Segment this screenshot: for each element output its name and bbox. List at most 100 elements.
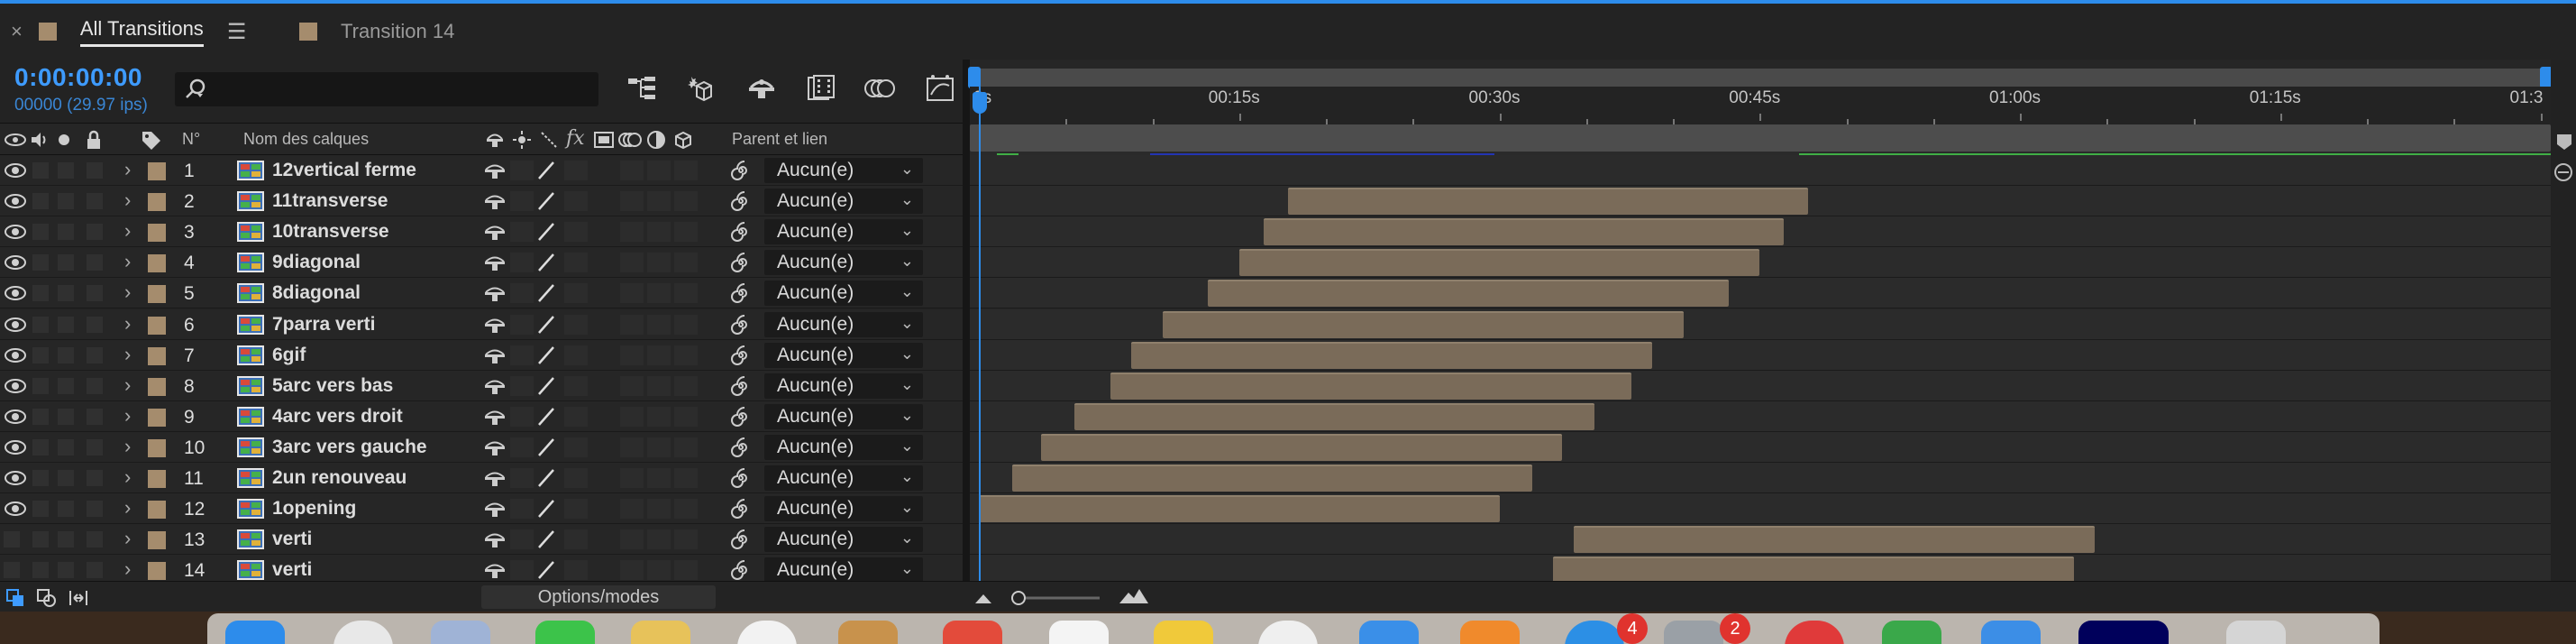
solo-switch[interactable]	[58, 193, 74, 210]
audio-switch[interactable]	[32, 162, 49, 179]
layer-row[interactable]: › 8 5arc vers bas Aucun(e) ⌄	[0, 370, 963, 401]
audio-switch[interactable]	[32, 408, 49, 425]
expand-chevron-icon[interactable]: ›	[124, 435, 131, 458]
quality-switch-icon[interactable]	[532, 436, 561, 459]
collapse-switch[interactable]	[510, 499, 534, 520]
lock-switch[interactable]	[87, 531, 103, 548]
notes-icon[interactable]	[631, 621, 690, 644]
adjustment-switch[interactable]	[647, 191, 671, 212]
layer-name[interactable]: verti	[272, 529, 312, 550]
lock-switch[interactable]	[87, 285, 103, 302]
collapse-switch[interactable]	[510, 283, 534, 304]
eye-icon[interactable]	[4, 377, 27, 395]
3d-switch[interactable]	[674, 161, 698, 180]
lock-switch[interactable]	[87, 346, 103, 363]
pick-whip-icon[interactable]	[728, 558, 754, 581]
lock-switch[interactable]	[87, 377, 103, 394]
layer-track[interactable]	[970, 308, 2551, 340]
graph-editor-icon[interactable]	[919, 70, 961, 106]
layer-duration-bar[interactable]	[1163, 310, 1684, 338]
parent-dropdown[interactable]: Aucun(e) ⌄	[764, 403, 923, 429]
adjustment-switch[interactable]	[647, 406, 671, 427]
parent-dropdown[interactable]: Aucun(e) ⌄	[764, 158, 923, 183]
collapse-switch[interactable]	[510, 560, 534, 581]
layer-name[interactable]: 6gif	[272, 345, 306, 366]
quality-switch-icon[interactable]	[532, 251, 561, 274]
3d-switch[interactable]	[674, 314, 698, 335]
layer-name[interactable]: 11transverse	[272, 190, 388, 212]
contacts-icon[interactable]	[838, 621, 898, 644]
quality-switch-icon[interactable]	[532, 374, 561, 398]
video-switch-header-icon[interactable]	[4, 133, 27, 147]
solo-switch[interactable]	[58, 254, 74, 271]
solo-switch[interactable]	[58, 162, 74, 179]
system-preferences-icon[interactable]	[1664, 621, 1723, 644]
lock-switch[interactable]	[87, 438, 103, 455]
parent-dropdown[interactable]: Aucun(e) ⌄	[764, 527, 923, 553]
motion-blur-switch[interactable]	[620, 345, 644, 365]
shy-switch-icon[interactable]	[481, 281, 508, 305]
lock-switch[interactable]	[87, 501, 103, 518]
expand-chevron-icon[interactable]: ›	[124, 281, 131, 304]
eye-icon[interactable]	[4, 346, 27, 364]
expand-chevron-icon[interactable]: ›	[124, 557, 131, 581]
collapse-switch-header-icon[interactable]	[512, 130, 532, 150]
layer-duration-bar[interactable]	[1238, 249, 1760, 277]
layer-track[interactable]	[970, 400, 2551, 432]
layer-row[interactable]: › 14 verti Aucun(e) ⌄	[0, 555, 963, 581]
eye-icon[interactable]	[4, 438, 27, 456]
audio-switch[interactable]	[32, 193, 49, 210]
effects-switch[interactable]	[564, 406, 588, 427]
audio-switch[interactable]	[32, 438, 49, 455]
pages-icon[interactable]	[1460, 621, 1520, 644]
quality-switch-icon[interactable]	[532, 189, 561, 213]
collapse-switch[interactable]	[510, 468, 534, 488]
parent-dropdown[interactable]: Aucun(e) ⌄	[764, 219, 923, 245]
pick-whip-icon[interactable]	[728, 189, 754, 213]
layer-track[interactable]	[970, 370, 2551, 401]
motion-blur-switch[interactable]	[620, 314, 644, 335]
layer-row[interactable]: › 12 1opening Aucun(e) ⌄	[0, 493, 963, 525]
collapse-switch[interactable]	[510, 529, 534, 550]
layer-row[interactable]: › 10 3arc vers gauche Aucun(e) ⌄	[0, 431, 963, 463]
adjustment-switch[interactable]	[647, 283, 671, 304]
audio-switch[interactable]	[32, 316, 49, 333]
layer-search-input[interactable]	[175, 72, 598, 106]
layer-name[interactable]: 10transverse	[272, 221, 389, 243]
effects-switch[interactable]	[564, 345, 588, 365]
layer-name[interactable]: verti	[272, 559, 312, 581]
close-tab-icon[interactable]: ×	[11, 20, 23, 43]
shy-switch-icon[interactable]	[481, 497, 508, 520]
reminders-icon[interactable]	[1049, 621, 1109, 644]
layer-duration-bar[interactable]	[979, 495, 1500, 523]
motion-blur-switch[interactable]	[620, 499, 644, 520]
solo-switch[interactable]	[58, 316, 74, 333]
layer-duration-bar[interactable]	[1110, 372, 1631, 400]
effects-switch[interactable]	[564, 253, 588, 273]
layer-duration-bar[interactable]	[1073, 402, 1595, 430]
lock-switch[interactable]	[87, 470, 103, 486]
parent-dropdown[interactable]: Aucun(e) ⌄	[764, 496, 923, 522]
layer-name[interactable]: 2un renouveau	[272, 467, 406, 489]
shy-layers-icon[interactable]	[741, 70, 782, 106]
adjustment-switch[interactable]	[647, 468, 671, 488]
layer-row[interactable]: › 2 11transverse Aucun(e) ⌄	[0, 186, 963, 217]
label-color-chip[interactable]	[148, 224, 166, 243]
effects-switch[interactable]	[564, 499, 588, 520]
comp-marker-bin-icon[interactable]	[2554, 132, 2574, 152]
panel-menu-icon[interactable]: ☰	[227, 19, 247, 45]
pick-whip-icon[interactable]	[728, 436, 754, 459]
collapse-switch[interactable]	[510, 253, 534, 273]
in-out-duration-pane-icon[interactable]	[67, 587, 90, 609]
downloads-icon[interactable]	[1981, 621, 2041, 644]
shy-switch-icon[interactable]	[481, 558, 508, 581]
effects-switch[interactable]	[564, 191, 588, 212]
layer-name[interactable]: 9diagonal	[272, 252, 361, 273]
expand-chevron-icon[interactable]: ›	[124, 158, 131, 181]
layer-name[interactable]: 4arc vers droit	[272, 406, 403, 428]
effects-switch[interactable]	[564, 529, 588, 550]
layer-duration-bar[interactable]	[1574, 526, 2095, 554]
3d-layer-switch-header-icon[interactable]	[672, 129, 694, 151]
calendar-icon[interactable]	[943, 621, 1002, 644]
quality-switch-icon[interactable]	[532, 344, 561, 367]
